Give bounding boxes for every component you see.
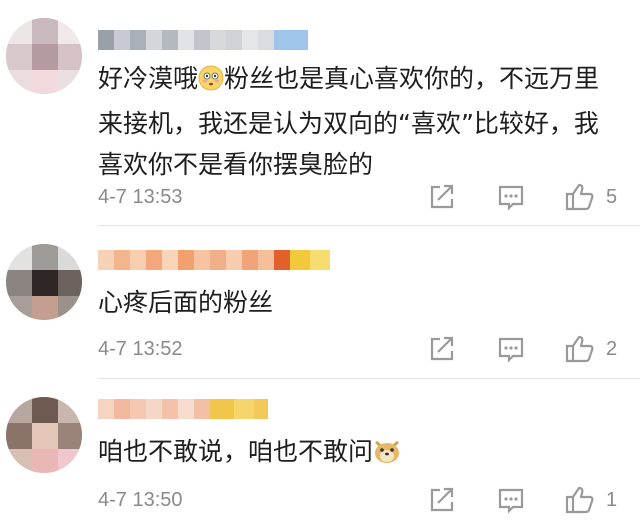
share-button[interactable] <box>426 182 456 212</box>
comment-3: 咱也不敢说，咱也不敢问 4-7 13:50 1 <box>0 379 640 526</box>
comment-text: 好冷漠哦 粉丝也是真心喜欢你的，不远万里来接机，我还是认为双向的“喜欢”比较好，我… <box>98 62 600 179</box>
reply-button[interactable] <box>496 334 526 364</box>
comment-text: 咱也不敢说，咱也不敢问 <box>98 431 622 476</box>
thumbs-up-icon <box>565 335 594 363</box>
timestamp: 4-7 13:50 <box>98 489 183 511</box>
comment-meta: 4-7 13:52 2 <box>98 334 640 364</box>
comment-icon <box>498 337 524 363</box>
like-button[interactable]: 1 <box>564 485 617 515</box>
doge-emoji <box>373 435 401 476</box>
avatar[interactable] <box>6 18 82 94</box>
timestamp: 4-7 13:52 <box>98 338 183 360</box>
like-count: 1 <box>606 488 618 511</box>
avatar[interactable] <box>6 397 82 473</box>
comment-text: 心疼后面的粉丝 <box>98 288 274 317</box>
share-icon <box>430 336 454 361</box>
like-button[interactable]: 5 <box>564 182 617 212</box>
username-blurred[interactable] <box>98 30 308 50</box>
share-button[interactable] <box>426 334 456 364</box>
username-blurred[interactable] <box>98 399 268 419</box>
flushed-face-emoji <box>198 62 224 103</box>
like-button[interactable]: 2 <box>564 334 617 364</box>
reply-button[interactable] <box>496 485 526 515</box>
like-count: 2 <box>606 337 618 360</box>
avatar[interactable] <box>6 244 82 320</box>
reply-button[interactable] <box>496 182 526 212</box>
comment-icon <box>498 488 524 514</box>
username-blurred[interactable] <box>98 250 330 270</box>
comment-icon <box>498 185 524 211</box>
comment-1: 好冷漠哦 粉丝也是真心喜欢你的，不远万里来接机，我还是认为双向的“喜欢”比较好，我… <box>0 0 640 225</box>
share-icon <box>430 487 454 512</box>
comment-meta: 4-7 13:53 5 <box>98 182 640 212</box>
share-button[interactable] <box>426 485 456 515</box>
thumbs-up-icon <box>565 183 594 211</box>
thumbs-up-icon <box>565 486 594 514</box>
comment-2: 心疼后面的粉丝 4-7 13:52 2 <box>0 226 640 378</box>
timestamp: 4-7 13:53 <box>98 186 183 208</box>
like-count: 5 <box>606 185 618 208</box>
share-icon <box>430 184 454 209</box>
comment-meta: 4-7 13:50 1 <box>98 485 640 515</box>
